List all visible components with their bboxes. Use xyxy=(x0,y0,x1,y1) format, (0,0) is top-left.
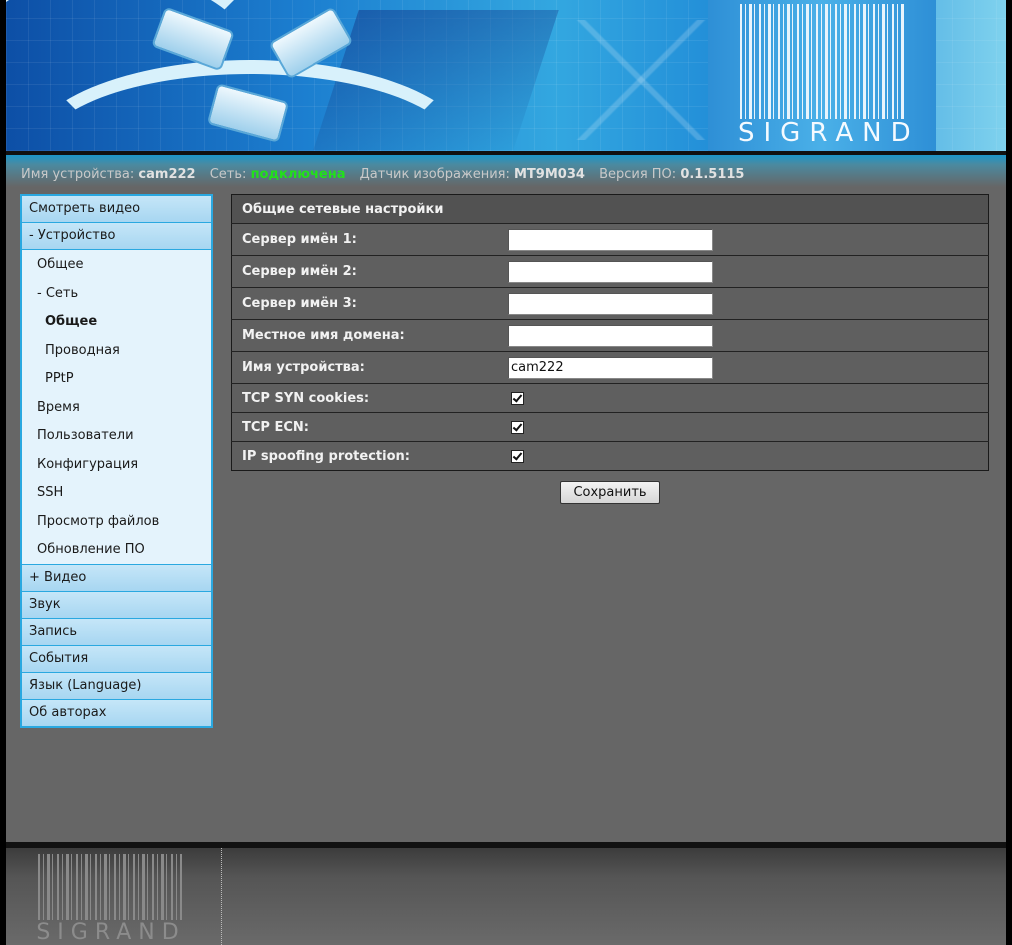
save-button[interactable]: Сохранить xyxy=(560,481,660,504)
nav-network-pptp[interactable]: PPtP xyxy=(22,364,211,393)
barcode-icon xyxy=(38,854,182,920)
dns3-input[interactable] xyxy=(508,292,713,315)
nav-time[interactable]: Время xyxy=(22,392,211,421)
network-settings-table: Общие сетевые настройки Сервер имён 1: С… xyxy=(231,194,989,471)
nav-sound[interactable]: Звук xyxy=(22,591,211,619)
hostname-label: Имя устройства: xyxy=(231,351,508,384)
network-label: Сеть: xyxy=(209,167,247,182)
nav-configuration[interactable]: Конфигурация xyxy=(22,449,211,478)
syn-cookies-checkbox[interactable] xyxy=(511,391,524,405)
status-bar: Имя устройства: cam222 Сеть: подключена … xyxy=(6,155,1006,187)
chart-graphic xyxy=(566,20,716,140)
header-banner: SIGRAND xyxy=(6,0,1006,151)
sensor-label: Датчик изображения: xyxy=(359,167,510,182)
dns1-input[interactable] xyxy=(508,228,713,251)
nav-language[interactable]: Язык (Language) xyxy=(22,672,211,700)
nav-file-browser[interactable]: Просмотр файлов xyxy=(22,506,211,535)
hostname-input[interactable] xyxy=(508,356,713,379)
domain-label: Местное имя домена: xyxy=(231,319,508,352)
syn-cookies-label: TCP SYN cookies: xyxy=(231,383,508,413)
footer: SIGRAND xyxy=(6,848,1006,945)
nav-watch-video[interactable]: Смотреть видео xyxy=(22,196,211,223)
footer-logo-text: SIGRAND xyxy=(36,920,186,945)
nav-network[interactable]: - Сеть xyxy=(22,278,211,307)
firmware-version: 0.1.5115 xyxy=(680,167,745,182)
nav-events[interactable]: События xyxy=(22,645,211,673)
dns2-label: Сервер имён 2: xyxy=(231,255,508,288)
dns1-label: Сервер имён 1: xyxy=(231,223,508,256)
dns3-label: Сервер имён 3: xyxy=(231,287,508,320)
brand-logo: SIGRAND xyxy=(708,0,936,151)
nav-about[interactable]: Об авторах xyxy=(22,699,211,726)
footer-separator xyxy=(221,848,222,945)
nav-device-general[interactable]: Общее xyxy=(22,250,211,279)
nav-device[interactable]: - Устройство xyxy=(22,223,211,250)
section-title: Общие сетевые настройки xyxy=(231,194,989,224)
nav-network-general[interactable]: Общее xyxy=(22,307,211,336)
main-area: Смотреть видео - Устройство Общее - Сеть… xyxy=(6,187,1006,842)
nav-network-wired[interactable]: Проводная xyxy=(22,335,211,364)
ip-spoofing-checkbox[interactable] xyxy=(511,449,524,463)
nav-firmware-update[interactable]: Обновление ПО xyxy=(22,535,211,565)
barcode-icon xyxy=(740,4,906,119)
nav-ssh[interactable]: SSH xyxy=(22,478,211,507)
device-name-label: Имя устройства: xyxy=(21,167,135,182)
tcp-ecn-checkbox[interactable] xyxy=(511,420,524,434)
nav-users[interactable]: Пользователи xyxy=(22,421,211,450)
nav-recording[interactable]: Запись xyxy=(22,618,211,646)
sidebar-menu: Смотреть видео - Устройство Общее - Сеть… xyxy=(20,194,213,728)
sensor-value: MT9M034 xyxy=(513,167,585,182)
device-name-value: cam222 xyxy=(138,167,196,182)
brand-logo-text: SIGRAND xyxy=(738,118,920,148)
dns2-input[interactable] xyxy=(508,260,713,283)
tcp-ecn-label: TCP ECN: xyxy=(231,412,508,442)
network-status: подключена xyxy=(250,167,346,182)
nav-video[interactable]: + Видео xyxy=(22,564,211,592)
ip-spoofing-label: IP spoofing protection: xyxy=(231,441,508,471)
firmware-label: Версия ПО: xyxy=(599,167,677,182)
domain-input[interactable] xyxy=(508,324,713,347)
settings-panel: Общие сетевые настройки Сервер имён 1: С… xyxy=(224,191,996,831)
